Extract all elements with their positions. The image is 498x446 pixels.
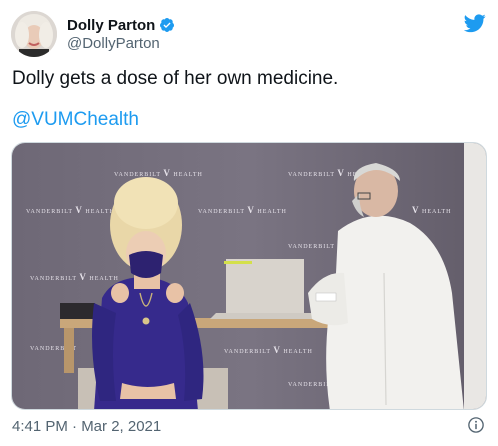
avatar[interactable] <box>11 11 57 57</box>
display-name-row: Dolly Parton <box>67 17 175 34</box>
author-names: Dolly Parton @DollyParton <box>67 17 175 52</box>
tweet-card: Dolly Parton @DollyParton Dolly gets a d… <box>0 0 498 446</box>
backdrop-wordmark: VANDERBILT <box>114 172 161 178</box>
mention-link[interactable]: @VUMChealth <box>12 109 139 131</box>
video-frame: VANDERBILT V HEALTH VANDERBILT V HEALTH … <box>12 143 486 409</box>
avatar-photo <box>11 11 57 57</box>
tweet-header: Dolly Parton @DollyParton <box>11 11 175 57</box>
tweet-timestamp[interactable]: 4:41 PM · Mar 2, 2021 <box>12 418 161 435</box>
tweet-text: Dolly gets a dose of her own medicine. <box>12 68 339 89</box>
info-icon[interactable] <box>467 416 485 434</box>
verified-badge-icon <box>160 18 175 32</box>
display-name[interactable]: Dolly Parton <box>67 17 155 34</box>
tweet-video[interactable]: VANDERBILT V HEALTH VANDERBILT V HEALTH … <box>11 142 487 410</box>
twitter-logo-icon[interactable] <box>464 12 486 34</box>
author-handle[interactable]: @DollyParton <box>67 35 175 52</box>
